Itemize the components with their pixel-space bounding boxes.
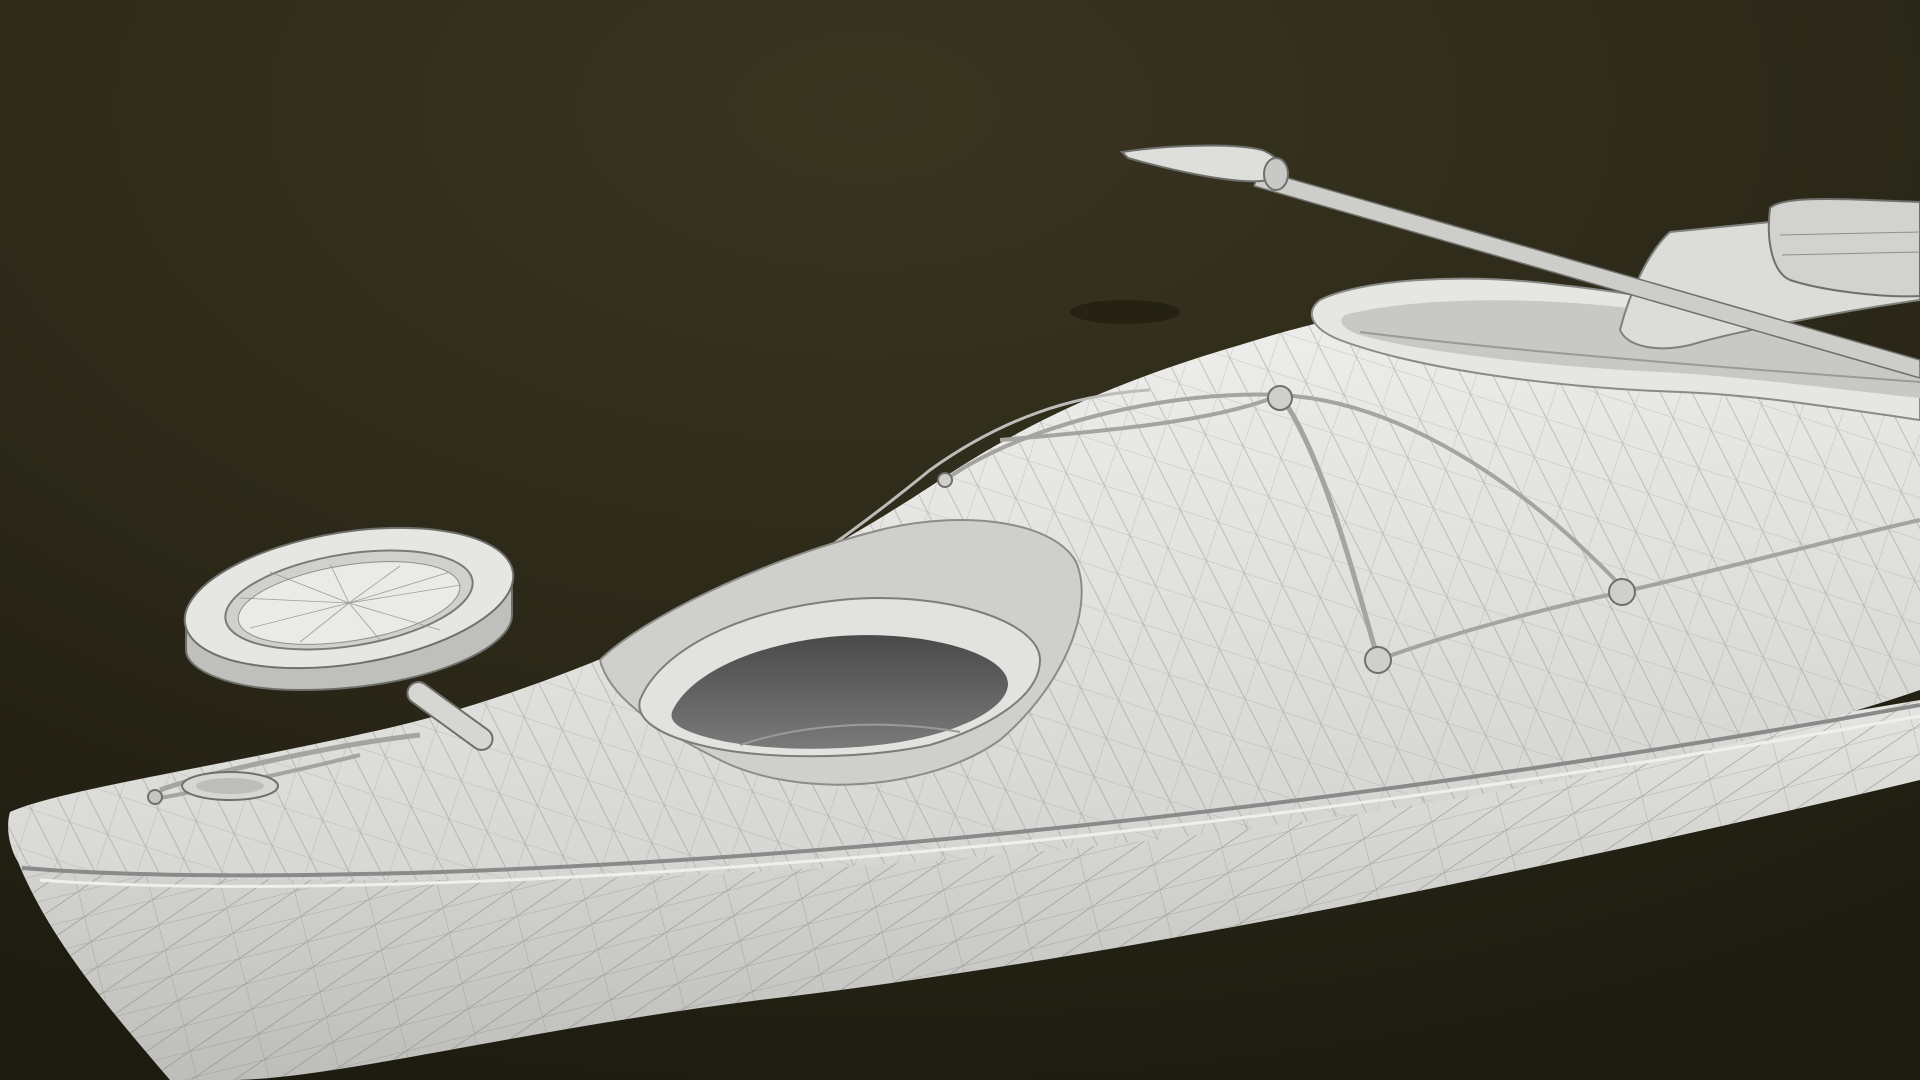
paddle-collar [1263, 157, 1289, 191]
kayak-render-scene [0, 0, 1920, 1080]
shadow-smudge [1070, 300, 1180, 324]
deck-fitting [1608, 578, 1636, 606]
deck-fitting [1364, 646, 1392, 674]
deck-fitting [1267, 385, 1293, 411]
deck-fitting [937, 472, 953, 488]
